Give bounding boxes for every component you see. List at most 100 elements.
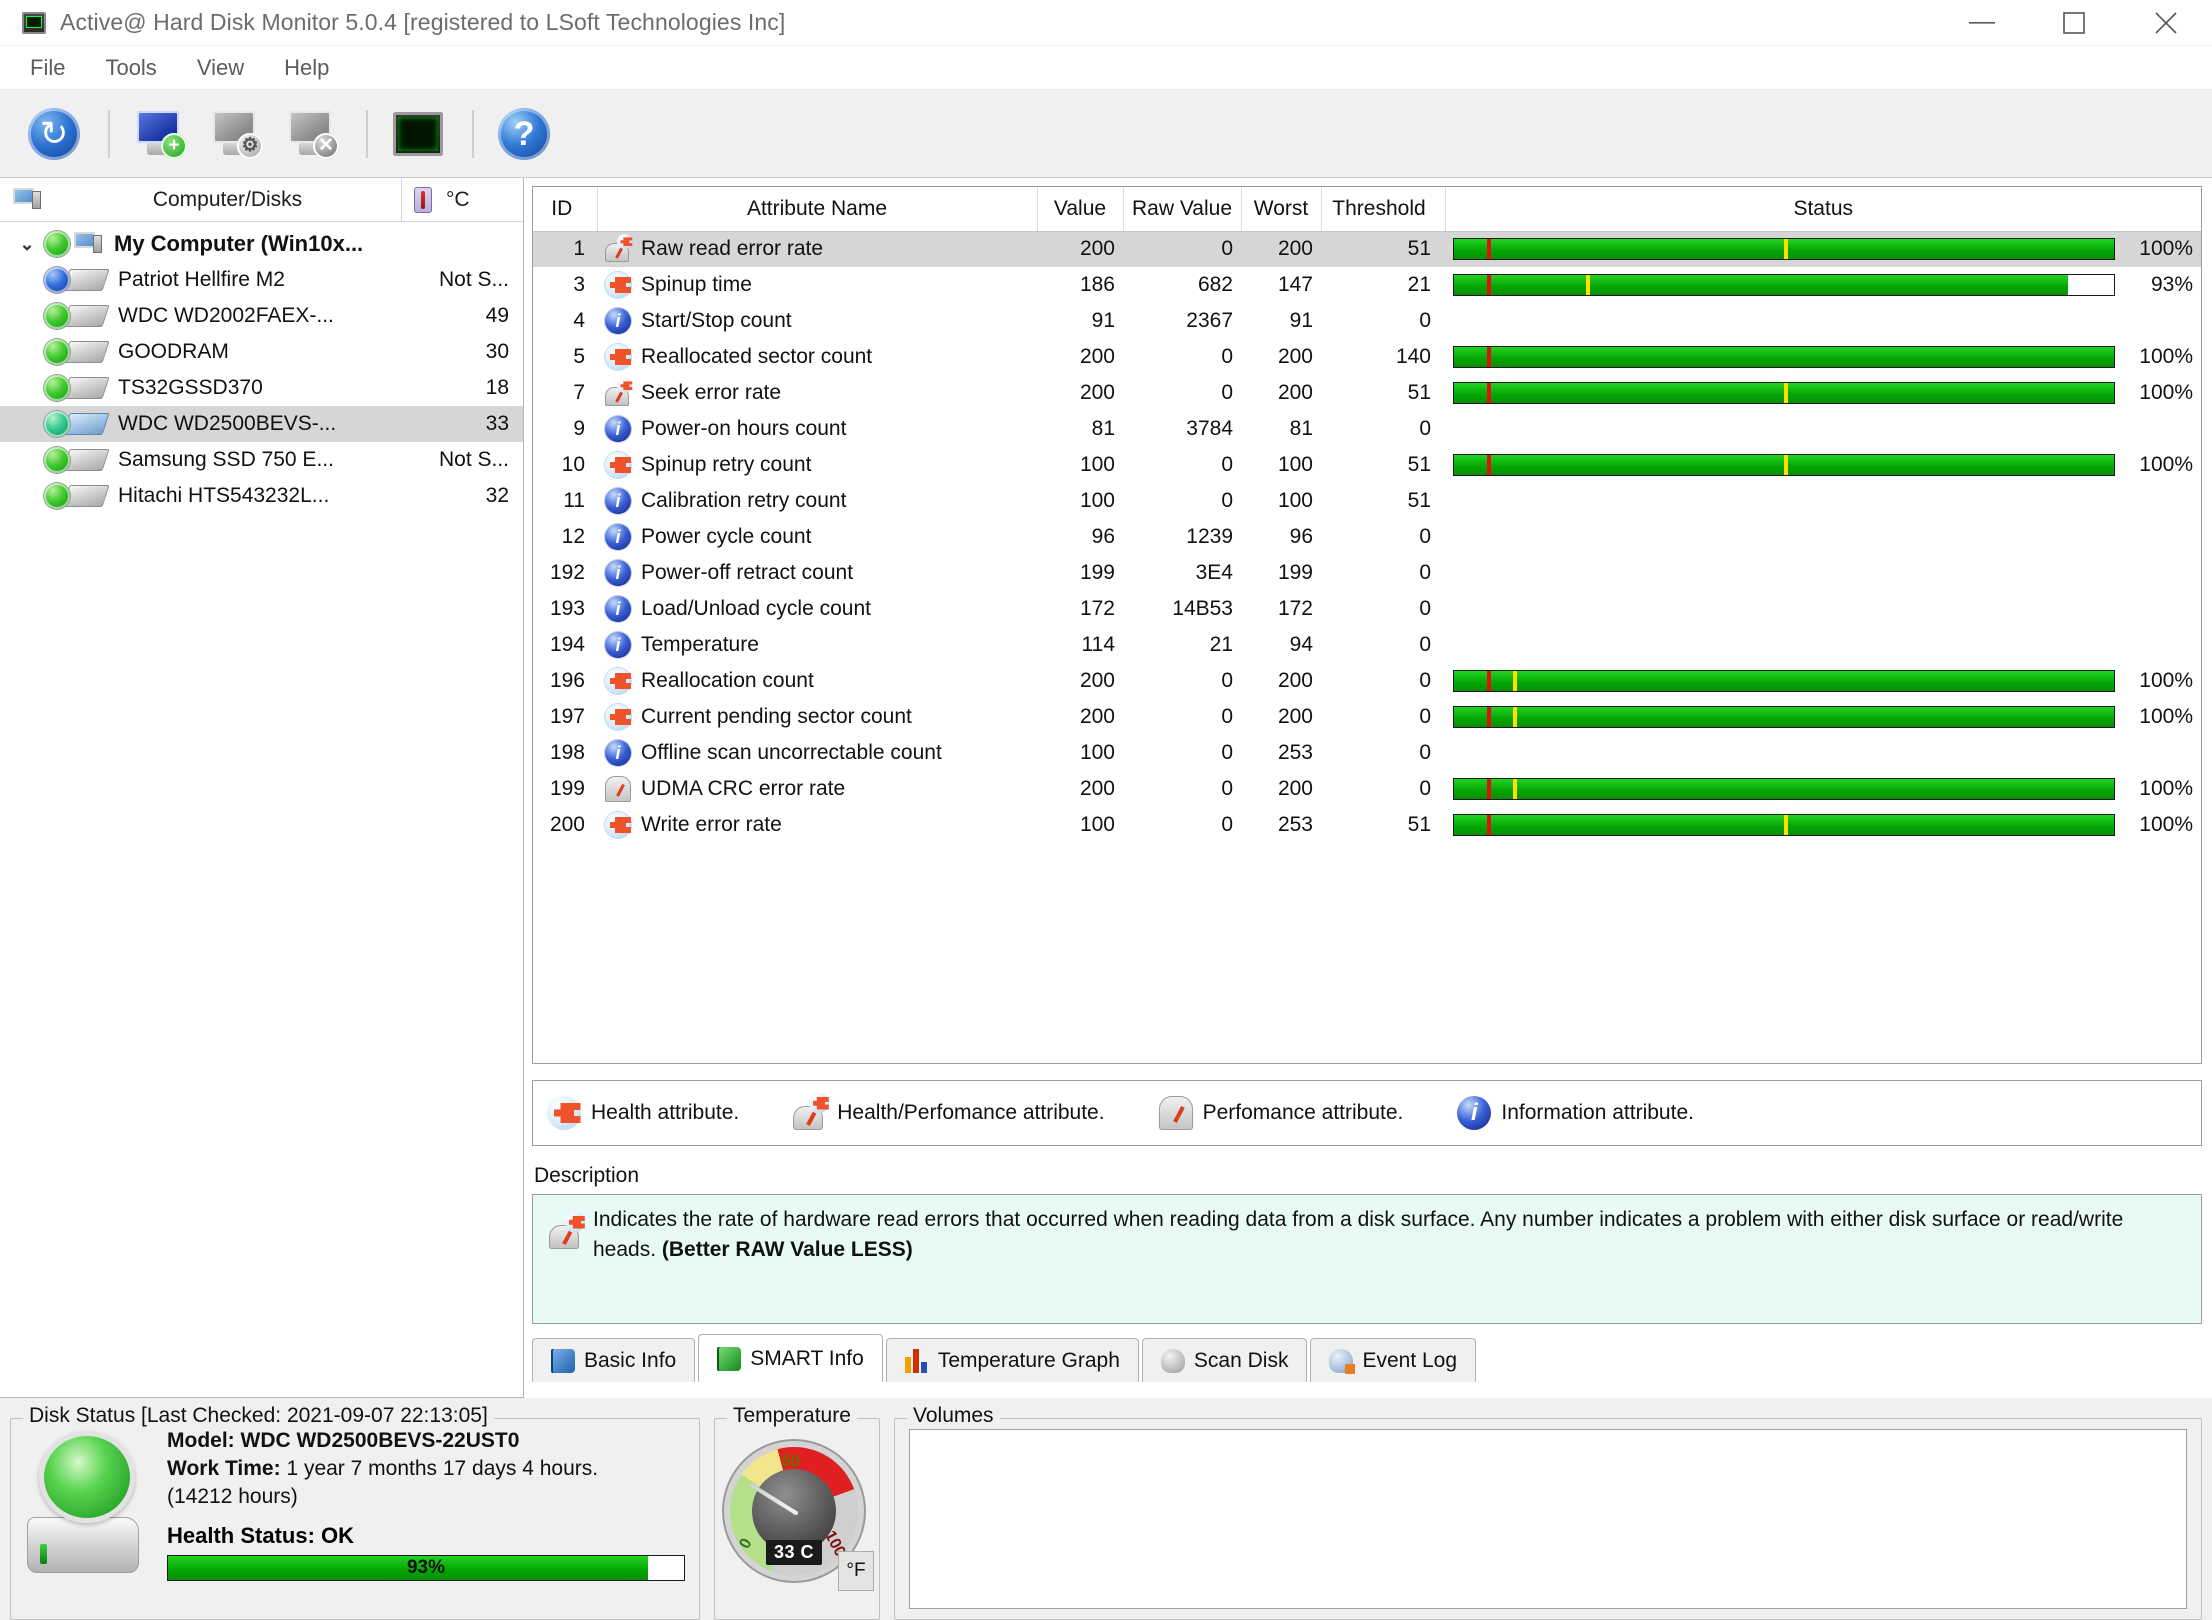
column-header-threshold[interactable]: Threshold: [1321, 187, 1446, 232]
tab-smart-info[interactable]: SMART Info: [698, 1334, 883, 1382]
minimize-button[interactable]: [1936, 0, 2028, 46]
table-row[interactable]: 9 i Power-on hours count 81 3784 81 0: [533, 411, 2201, 447]
cell-status: [1445, 411, 2201, 447]
tree-item-disk[interactable]: ⌄Hitachi HTS543232L...32: [0, 478, 523, 514]
table-row[interactable]: 199 UDMA CRC error rate 200 0 200 0 100%: [533, 771, 2201, 807]
table-row[interactable]: 3 Spinup time 186 682 147 21 93%: [533, 267, 2201, 303]
attribute-name-label: Power cycle count: [641, 525, 812, 548]
table-row[interactable]: 4 i Start/Stop count 91 2367 91 0: [533, 303, 2201, 339]
menu-item-help[interactable]: Help: [266, 51, 347, 85]
table-row[interactable]: 193 i Load/Unload cycle count 172 14B53 172 0: [533, 591, 2201, 627]
refresh-button[interactable]: ↻: [18, 98, 90, 170]
computer-icon: [74, 232, 102, 256]
table-row[interactable]: 1 Raw read error rate 200 0 200 51 100%: [533, 231, 2201, 267]
table-row[interactable]: 192 i Power-off retract count 199 3E4 199 0: [533, 555, 2201, 591]
table-row[interactable]: 197 Current pending sector count 200 0 200 0 1…: [533, 699, 2201, 735]
attributes-table-container: ID Attribute Name Value Raw Value Worst …: [532, 186, 2202, 1064]
cell-attribute-name: Spinup retry count: [597, 447, 1037, 483]
tree-item-my-computer[interactable]: ⌄ My Computer (Win10x...: [0, 226, 523, 262]
health-attribute-icon: [547, 1096, 581, 1130]
attributes-table-head: ID Attribute Name Value Raw Value Worst …: [533, 187, 2201, 232]
disk-status-title: Disk Status [Last Checked: 2021-09-07 22…: [23, 1404, 494, 1428]
tree-item-disk[interactable]: ⌄WDC WD2002FAEX-...49: [0, 298, 523, 334]
toolbar-separator-3: [472, 109, 474, 158]
cell-status: [1445, 627, 2201, 663]
health-attribute-icon: [605, 272, 631, 298]
status-led-icon: [44, 375, 70, 401]
tree-item-temperature: 18: [485, 376, 509, 399]
tab-basic-info[interactable]: Basic Info: [532, 1338, 696, 1382]
table-row[interactable]: 196 Reallocation count 200 0 200 0 100%: [533, 663, 2201, 699]
status-percent-label: 100%: [2139, 237, 2193, 261]
remove-computer-button[interactable]: ✕: [276, 98, 348, 170]
tab-event-log[interactable]: Event Log: [1310, 1338, 1477, 1382]
description-text: Indicates the rate of hardware read erro…: [547, 1205, 2187, 1266]
cell-status: 100%: [1445, 375, 2201, 411]
menu-item-view[interactable]: View: [179, 51, 262, 85]
unit-toggle-button[interactable]: °F: [838, 1551, 874, 1591]
computer-disks-panel: Computer/Disks °C ⌄ My Computer (Win10x..…: [0, 178, 524, 1398]
cell-attribute-name: Raw read error rate: [597, 231, 1037, 267]
column-header-worst[interactable]: Worst: [1241, 187, 1322, 232]
column-header-name[interactable]: Attribute Name: [597, 187, 1038, 232]
monitor-remove-icon: ✕: [285, 109, 339, 159]
close-button[interactable]: [2120, 0, 2212, 46]
chevron-down-icon[interactable]: ⌄: [10, 234, 44, 255]
volumes-list[interactable]: [909, 1429, 2187, 1609]
menu-item-tools[interactable]: Tools: [87, 51, 174, 85]
table-row[interactable]: 198 i Offline scan uncorrectable count 100 0…: [533, 735, 2201, 771]
information-attribute-icon: i: [605, 596, 631, 622]
cell-id: 10: [561, 453, 585, 476]
title-bar: Active@ Hard Disk Monitor 5.0.4 [registe…: [0, 0, 2212, 46]
cell-worst: 147: [1277, 273, 1313, 296]
attribute-name-label: Offline scan uncorrectable count: [641, 741, 942, 764]
tree-item-disk[interactable]: ⌄Samsung SSD 750 E...Not S...: [0, 442, 523, 478]
cell-value: 200: [1079, 705, 1115, 728]
table-row[interactable]: 11 i Calibration retry count 100 0 100 51: [533, 483, 2201, 519]
tree-item-temperature: 32: [485, 484, 509, 507]
tree-item-disk[interactable]: ⌄Patriot Hellfire M2Not S...: [0, 262, 523, 298]
column-header-raw-value[interactable]: Raw Value: [1123, 187, 1242, 232]
cell-id: 3: [573, 273, 585, 296]
tree-item-disk[interactable]: ⌄WDC WD2500BEVS-...33: [0, 406, 523, 442]
toolbar-separator-2: [366, 109, 368, 158]
maximize-button[interactable]: [2028, 0, 2120, 46]
table-row[interactable]: 200 Write error rate 100 0 253 51 100%: [533, 807, 2201, 843]
attribute-name-label: UDMA CRC error rate: [641, 777, 846, 800]
table-row[interactable]: 10 Spinup retry count 100 0 100 51 100%: [533, 447, 2201, 483]
column-header-status[interactable]: Status: [1445, 187, 2201, 232]
tree-header-label: Computer/Disks: [152, 187, 303, 211]
tree-item-disk[interactable]: ⌄TS32GSSD37018: [0, 370, 523, 406]
table-row[interactable]: 7 Seek error rate 200 0 200 51 100%: [533, 375, 2201, 411]
disk-monitor-button[interactable]: [382, 98, 454, 170]
attribute-name-label: Load/Unload cycle count: [641, 597, 871, 620]
help-button[interactable]: ?: [488, 98, 560, 170]
attribute-name-label: Reallocation count: [641, 669, 814, 692]
table-row[interactable]: 194 i Temperature 114 21 94 0: [533, 627, 2201, 663]
tab-label: Scan Disk: [1193, 1348, 1289, 1372]
attribute-name-label: Start/Stop count: [641, 309, 792, 332]
table-row[interactable]: 12 i Power cycle count 96 1239 96 0: [533, 519, 2201, 555]
threshold-marker-red: [1487, 779, 1491, 799]
tab-scan-disk[interactable]: Scan Disk: [1141, 1338, 1308, 1382]
description-bold: (Better RAW Value LESS): [661, 1238, 913, 1262]
tree-header-temp-label: °C: [446, 187, 470, 211]
cell-status: 93%: [1445, 267, 2201, 303]
status-percent-label: 93%: [2150, 273, 2193, 296]
status-bar-indicator: [1453, 454, 2115, 476]
gauge-tick-min: 0: [736, 1535, 756, 1552]
health-attribute-icon: [605, 812, 631, 838]
configure-computer-button[interactable]: ⚙: [200, 98, 272, 170]
cell-attribute-name: i Start/Stop count: [597, 303, 1037, 339]
menu-item-file[interactable]: File: [12, 51, 83, 85]
legend-item-label: Information attribute.: [1501, 1101, 1694, 1124]
cell-status: 100%: [1445, 771, 2201, 807]
table-row[interactable]: 5 Reallocated sector count 200 0 200 140 100%: [533, 339, 2201, 375]
column-header-id[interactable]: ID: [533, 187, 598, 232]
tree-item-disk[interactable]: ⌄GOODRAM30: [0, 334, 523, 370]
tab-temperature-graph[interactable]: Temperature Graph: [885, 1338, 1139, 1382]
disk-tree[interactable]: ⌄ My Computer (Win10x...⌄ Patriot Hellfire…: [0, 222, 523, 1397]
attribute-name-label: Write error rate: [641, 813, 782, 836]
column-header-value[interactable]: Value: [1037, 187, 1124, 232]
add-computer-button[interactable]: +: [124, 98, 196, 170]
